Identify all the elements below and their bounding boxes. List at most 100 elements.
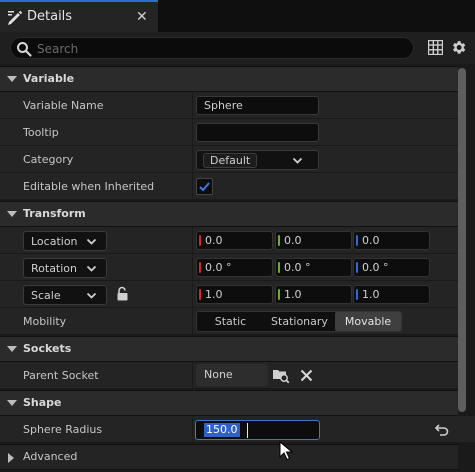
scale-z-value: 1.0: [362, 288, 380, 301]
column-splitter[interactable]: [192, 173, 193, 199]
section-variable[interactable]: Variable: [0, 66, 458, 92]
scale-y-field[interactable]: 1.0: [275, 285, 352, 304]
expand-arrow-icon: [7, 346, 17, 352]
mobility-label: Mobility: [23, 315, 67, 328]
y-axis-marker: [278, 262, 280, 273]
section-shape[interactable]: Shape: [0, 390, 458, 416]
scale-z-field[interactable]: 1.0: [353, 285, 430, 304]
gear-icon[interactable]: [450, 39, 467, 56]
mobility-selector: Static Stationary Movable: [196, 311, 402, 332]
column-splitter[interactable]: [192, 254, 193, 280]
location-z-value: 0.0: [362, 234, 380, 247]
checkmark-icon: [199, 182, 210, 192]
mobility-stationary-button[interactable]: Stationary: [264, 312, 335, 331]
row-editable-inherited: Editable when Inherited: [0, 173, 458, 200]
column-splitter[interactable]: [192, 146, 193, 172]
search-input[interactable]: [37, 40, 407, 57]
parent-socket-label: Parent Socket: [23, 369, 99, 382]
mobility-static-button[interactable]: Static: [197, 312, 264, 331]
category-dropdown[interactable]: Default: [196, 150, 319, 170]
row-location: Location 0.0 0.0 0.0: [0, 227, 458, 254]
collapse-arrow-icon: [8, 453, 14, 463]
section-label: Transform: [23, 207, 86, 220]
close-icon[interactable]: ✕: [136, 8, 148, 26]
row-variable-name: Variable Name Sphere: [0, 92, 458, 119]
tab-bar: Details ✕: [0, 0, 475, 32]
parent-socket-field[interactable]: None: [196, 364, 268, 386]
section-advanced[interactable]: Advanced: [0, 444, 458, 470]
row-category: Category Default: [0, 146, 458, 173]
clear-icon[interactable]: [300, 369, 313, 382]
column-splitter[interactable]: [192, 119, 193, 145]
chevron-down-icon: [86, 292, 97, 299]
scale-x-value: 1.0: [205, 288, 223, 301]
y-axis-marker: [278, 235, 280, 246]
section-sockets[interactable]: Sockets: [0, 336, 458, 362]
chevron-down-icon: [292, 157, 303, 164]
tab-details[interactable]: Details ✕: [0, 0, 158, 32]
rotation-label: Rotation: [31, 262, 78, 275]
tooltip-label: Tooltip: [23, 126, 59, 139]
rotation-x-value: 0.0 °: [205, 261, 232, 274]
pencil-icon: [8, 10, 23, 25]
location-x-field[interactable]: 0.0: [196, 231, 273, 250]
expand-arrow-icon: [7, 400, 17, 406]
sphere-radius-field[interactable]: 150.0: [195, 420, 320, 440]
editable-inherited-checkbox[interactable]: [196, 178, 213, 195]
search-box[interactable]: [10, 37, 414, 59]
tooltip-field[interactable]: [196, 123, 319, 142]
vertical-scrollbar[interactable]: [458, 68, 466, 412]
rotation-y-field[interactable]: 0.0 °: [275, 258, 352, 277]
sphere-radius-value: 150.0: [204, 423, 240, 437]
section-label: Advanced: [23, 450, 78, 463]
mouse-cursor-icon: [279, 441, 293, 461]
column-splitter[interactable]: [192, 281, 193, 307]
rotation-x-field[interactable]: 0.0 °: [196, 258, 273, 277]
column-splitter[interactable]: [192, 227, 193, 253]
location-x-value: 0.0: [205, 234, 223, 247]
section-label: Variable: [23, 72, 75, 85]
section-label: Shape: [23, 396, 62, 409]
scale-y-value: 1.0: [284, 288, 302, 301]
column-splitter[interactable]: [192, 416, 193, 442]
unlock-icon[interactable]: [116, 286, 130, 302]
parent-socket-value: None: [204, 368, 233, 381]
scale-x-field[interactable]: 1.0: [196, 285, 273, 304]
rotation-z-field[interactable]: 0.0 °: [353, 258, 430, 277]
scale-dropdown[interactable]: Scale: [23, 285, 107, 305]
row-rotation: Rotation 0.0 ° 0.0 ° 0.0 °: [0, 254, 458, 281]
search-row: [0, 32, 475, 64]
reset-to-default-icon[interactable]: [434, 421, 450, 437]
mobility-movable-button[interactable]: Movable: [335, 312, 401, 331]
location-y-value: 0.0: [284, 234, 302, 247]
sphere-radius-label: Sphere Radius: [23, 423, 103, 436]
expand-arrow-icon: [7, 211, 17, 217]
rotation-y-value: 0.0 °: [284, 261, 311, 274]
chevron-down-icon: [86, 265, 97, 272]
location-label: Location: [31, 235, 78, 248]
column-splitter[interactable]: [192, 362, 193, 388]
y-axis-marker: [278, 289, 280, 300]
rotation-dropdown[interactable]: Rotation: [23, 258, 107, 278]
row-mobility: Mobility Static Stationary Movable: [0, 308, 458, 335]
search-icon: [17, 42, 32, 57]
category-value: Default: [203, 153, 258, 168]
text-caret: [247, 423, 248, 438]
editable-inherited-label: Editable when Inherited: [23, 180, 155, 193]
table-grid-icon[interactable]: [428, 40, 443, 55]
row-parent-socket: Parent Socket None: [0, 362, 458, 389]
location-z-field[interactable]: 0.0: [353, 231, 430, 250]
scale-label: Scale: [31, 289, 61, 302]
browse-socket-icon[interactable]: [272, 367, 290, 384]
section-transform[interactable]: Transform: [0, 201, 458, 227]
column-splitter[interactable]: [192, 92, 193, 118]
x-axis-marker: [199, 262, 201, 273]
z-axis-marker: [356, 235, 358, 246]
column-splitter[interactable]: [192, 308, 193, 334]
variable-name-field[interactable]: Sphere: [196, 96, 319, 115]
row-sphere-radius: Sphere Radius 150.0: [0, 416, 475, 443]
x-axis-marker: [199, 289, 201, 300]
location-dropdown[interactable]: Location: [23, 231, 107, 251]
location-y-field[interactable]: 0.0: [275, 231, 352, 250]
chevron-down-icon: [86, 238, 97, 245]
